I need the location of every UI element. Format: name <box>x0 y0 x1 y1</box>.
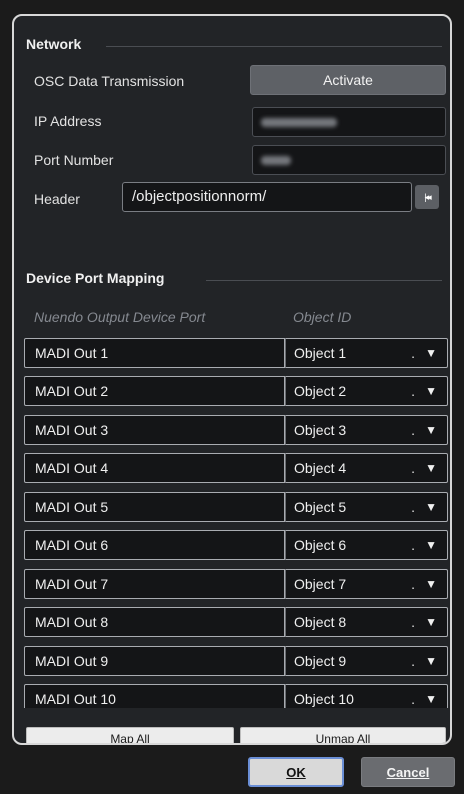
table-row: MADI Out 6 Object 6. ▼ <box>24 530 448 560</box>
ip-address-label: IP Address <box>34 113 102 129</box>
dot-marker: . <box>411 653 415 669</box>
table-row: MADI Out 8 Object 8. ▼ <box>24 607 448 637</box>
dropdown-arrow-icon: ▼ <box>425 654 437 668</box>
table-row: MADI Out 2 Object 2. ▼ <box>24 376 448 406</box>
ip-address-field[interactable] <box>252 107 446 137</box>
dropdown-arrow-icon: ▼ <box>425 384 437 398</box>
port-number-field[interactable] <box>252 145 446 175</box>
dot-marker: . <box>411 576 415 592</box>
table-row: MADI Out 9 Object 9. ▼ <box>24 646 448 676</box>
object-select[interactable]: Object 6. ▼ <box>285 530 448 560</box>
settings-panel: Network OSC Data Transmission Activate I… <box>12 14 452 745</box>
network-section-title: Network <box>26 36 82 52</box>
port-cell: MADI Out 8 <box>24 607 285 637</box>
object-value: Object 7 <box>294 576 347 592</box>
port-cell: MADI Out 1 <box>24 338 285 368</box>
dropdown-arrow-icon: ▼ <box>425 538 437 552</box>
port-cell: MADI Out 6 <box>24 530 285 560</box>
object-value: Object 5 <box>294 499 347 515</box>
network-divider <box>106 46 442 47</box>
column-header-port: Nuendo Output Device Port <box>34 309 206 325</box>
port-cell: MADI Out 4 <box>24 453 285 483</box>
dot-marker: . <box>411 460 415 476</box>
unmap-all-button[interactable]: Unmap All <box>240 727 446 743</box>
dropdown-arrow-icon: ▼ <box>425 577 437 591</box>
dot-marker: . <box>411 383 415 399</box>
object-select[interactable]: Object 8. ▼ <box>285 607 448 637</box>
object-select[interactable]: Object 3. ▼ <box>285 415 448 445</box>
object-value: Object 2 <box>294 383 347 399</box>
port-cell: MADI Out 10 <box>24 684 285 708</box>
port-cell: MADI Out 3 <box>24 415 285 445</box>
port-cell: MADI Out 7 <box>24 569 285 599</box>
object-select[interactable]: Object 9. ▼ <box>285 646 448 676</box>
header-label: Header <box>34 191 80 207</box>
table-row: MADI Out 4 Object 4. ▼ <box>24 453 448 483</box>
mapping-section-title: Device Port Mapping <box>26 270 165 286</box>
port-cell: MADI Out 9 <box>24 646 285 676</box>
ok-label: OK <box>286 764 306 780</box>
object-value: Object 6 <box>294 537 347 553</box>
dot-marker: . <box>411 537 415 553</box>
cancel-label: Cancel <box>386 764 430 780</box>
table-row: MADI Out 5 Object 5. ▼ <box>24 492 448 522</box>
port-number-redacted <box>261 156 291 165</box>
object-select[interactable]: Object 7. ▼ <box>285 569 448 599</box>
object-value: Object 10 <box>294 691 354 707</box>
dropdown-arrow-icon: ▼ <box>425 615 437 629</box>
port-cell: MADI Out 2 <box>24 376 285 406</box>
object-select[interactable]: Object 4. ▼ <box>285 453 448 483</box>
dot-marker: . <box>411 422 415 438</box>
map-all-button[interactable]: Map All <box>26 727 234 743</box>
dropdown-arrow-icon: ▼ <box>425 461 437 475</box>
object-value: Object 9 <box>294 653 347 669</box>
object-value: Object 8 <box>294 614 347 630</box>
table-row: MADI Out 7 Object 7. ▼ <box>24 569 448 599</box>
object-value: Object 4 <box>294 460 347 476</box>
port-cell: MADI Out 5 <box>24 492 285 522</box>
cancel-button[interactable]: Cancel <box>361 757 455 787</box>
dot-marker: . <box>411 499 415 515</box>
mapping-divider <box>206 280 442 281</box>
port-mapping-list: MADI Out 1 Object 1. ▼ MADI Out 2 Object … <box>24 338 448 708</box>
dot-marker: . <box>411 614 415 630</box>
dropdown-arrow-icon: ▼ <box>425 423 437 437</box>
skip-back-icon: |◂◂ <box>424 191 432 202</box>
object-value: Object 1 <box>294 345 347 361</box>
dropdown-arrow-icon: ▼ <box>425 346 437 360</box>
header-input[interactable]: /objectpositionnorm/ <box>122 182 412 212</box>
dot-marker: . <box>411 691 415 707</box>
table-row: MADI Out 1 Object 1. ▼ <box>24 338 448 368</box>
column-header-object: Object ID <box>293 309 352 325</box>
port-number-label: Port Number <box>34 152 114 168</box>
ok-button[interactable]: OK <box>248 757 344 787</box>
dot-marker: . <box>411 345 415 361</box>
dropdown-arrow-icon: ▼ <box>425 692 437 706</box>
table-row: MADI Out 3 Object 3. ▼ <box>24 415 448 445</box>
dropdown-arrow-icon: ▼ <box>425 500 437 514</box>
reset-header-button[interactable]: |◂◂ <box>415 185 439 209</box>
object-select[interactable]: Object 5. ▼ <box>285 492 448 522</box>
object-select[interactable]: Object 1. ▼ <box>285 338 448 368</box>
activate-button[interactable]: Activate <box>250 65 446 95</box>
object-value: Object 3 <box>294 422 347 438</box>
osc-transmission-label: OSC Data Transmission <box>34 73 185 89</box>
table-row: MADI Out 10 Object 10. ▼ <box>24 684 448 708</box>
object-select[interactable]: Object 10. ▼ <box>285 684 448 708</box>
object-select[interactable]: Object 2. ▼ <box>285 376 448 406</box>
ip-address-redacted <box>261 118 337 127</box>
